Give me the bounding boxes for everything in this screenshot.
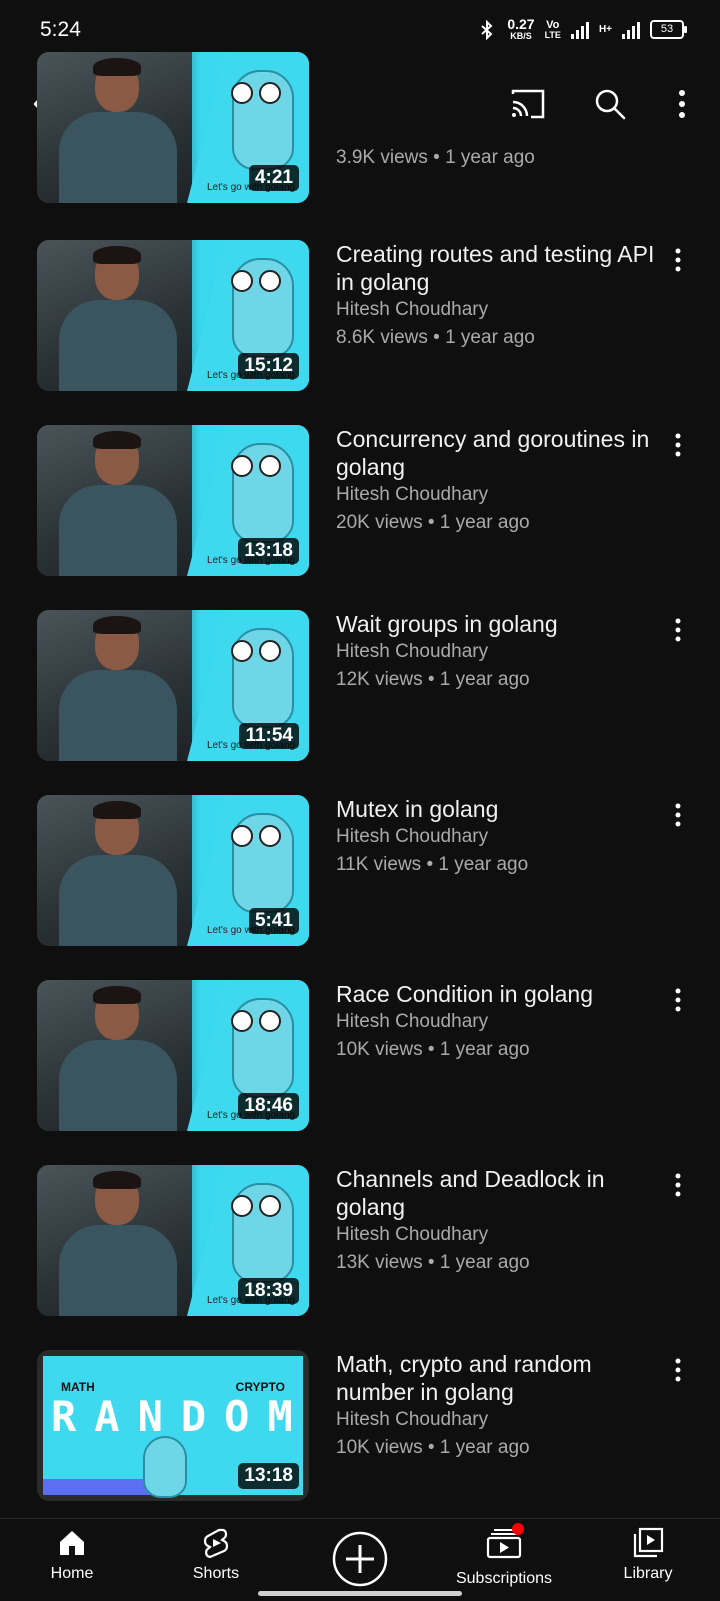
video-thumbnail[interactable]: Let's go with golang 18:39 (37, 1165, 309, 1316)
nav-label-subscriptions: Subscriptions (455, 1570, 553, 1587)
video-item[interactable]: Let's go with golang 18:39 Channels and … (0, 1165, 720, 1317)
channel-name[interactable]: Hitesh Choudhary (336, 823, 666, 851)
video-duration: 13:18 (238, 538, 299, 564)
nav-label-library: Library (623, 1565, 673, 1582)
channel-name[interactable]: Hitesh Choudhary (336, 638, 666, 666)
video-item[interactable]: Let's go with golang 11:54 Wait groups i… (0, 610, 720, 762)
video-title[interactable]: Math, crypto and random number in golang (336, 1350, 666, 1406)
video-thumbnail[interactable]: MATH CRYPTO RANDOM 13:18 (37, 1350, 309, 1501)
nav-library[interactable]: Library (588, 1527, 708, 1583)
notification-dot (512, 1523, 524, 1535)
video-item[interactable]: Let's go with golang 5:41 Mutex in golan… (0, 795, 720, 947)
video-thumbnail[interactable]: Let's go with golang 11:54 (37, 610, 309, 761)
video-duration: 15:12 (238, 353, 299, 379)
more-vert-icon (675, 988, 681, 1012)
video-thumbnail[interactable]: Let's go with golang 18:46 (37, 980, 309, 1131)
create-icon (332, 1531, 388, 1587)
video-title[interactable]: Creating routes and testing API in golan… (336, 240, 666, 296)
video-title[interactable]: Channels and Deadlock in golang (336, 1165, 666, 1221)
nav-label-shorts: Shorts (192, 1565, 240, 1582)
video-thumbnail[interactable]: Let's go with golang 15:12 (37, 240, 309, 391)
video-more-button[interactable] (666, 610, 690, 650)
channel-name[interactable]: Hitesh Choudhary (336, 296, 666, 324)
cast-button[interactable] (506, 84, 550, 124)
gesture-bar (258, 1591, 462, 1596)
channel-name[interactable]: Hitesh Choudhary (336, 1221, 666, 1249)
channel-name[interactable]: Hitesh Choudhary (336, 1008, 666, 1036)
video-thumbnail[interactable]: Let's go with golang 13:18 (37, 425, 309, 576)
channel-name[interactable]: Hitesh Choudhary (336, 1406, 666, 1434)
shorts-icon (203, 1528, 229, 1559)
video-title[interactable]: Mutex in golang (336, 795, 666, 823)
video-more-button[interactable] (666, 1165, 690, 1205)
status-time: 5:24 (40, 18, 81, 41)
video-title[interactable]: Race Condition in golang (336, 980, 666, 1008)
more-vert-icon (675, 248, 681, 272)
nav-create[interactable] (300, 1531, 420, 1587)
more-vert-icon (675, 433, 681, 457)
video-stats: 10K views • 1 year ago (336, 1437, 530, 1458)
video-duration: 11:54 (239, 723, 299, 749)
video-duration: 18:39 (238, 1278, 299, 1304)
volte-indicator: Vo LTE (544, 18, 561, 40)
video-stats: 11K views • 1 year ago (336, 854, 529, 875)
video-more-button[interactable] (666, 795, 690, 835)
video-more-button[interactable] (666, 425, 690, 465)
video-stats: 13K views • 1 year ago (336, 1252, 530, 1273)
battery-icon: 53 (650, 20, 687, 39)
nav-shorts[interactable]: Shorts (156, 1527, 276, 1583)
video-item[interactable]: Let's go with golang 13:18 Concurrency a… (0, 425, 720, 577)
video-stats: 12K views • 1 year ago (336, 669, 530, 690)
nav-subscriptions[interactable]: Subscriptions (444, 1523, 564, 1588)
signal-icon (570, 21, 589, 39)
status-icons: 0.27 KB/S Vo LTE H+ 53 (477, 16, 687, 41)
more-vert-icon (675, 803, 681, 827)
signal-icon-2 (622, 21, 640, 39)
thumbnail-word: RANDOM (51, 1392, 309, 1441)
library-icon (633, 1527, 664, 1558)
video-stats: 10K views • 1 year ago (336, 1039, 530, 1060)
video-duration: 18:46 (238, 1093, 299, 1119)
more-vert-icon (675, 1358, 681, 1382)
video-duration: 13:18 (238, 1463, 299, 1489)
video-thumbnail[interactable]: Let's go with golang 5:41 (37, 795, 309, 946)
nav-label-home: Home (50, 1565, 94, 1582)
video-duration: 4:21 (248, 165, 299, 191)
channel-name[interactable]: Hitesh Choudhary (336, 481, 666, 509)
more-vert-icon (675, 1173, 681, 1197)
nav-home[interactable]: Home (12, 1527, 132, 1583)
video-stats: 8.6K views • 1 year ago (336, 327, 535, 348)
network-type: H+ (598, 23, 612, 35)
cast-icon (511, 89, 545, 119)
video-thumbnail[interactable]: Let's go with golang 4:21 (37, 52, 309, 203)
video-title[interactable]: Wait groups in golang (336, 610, 666, 638)
video-item[interactable]: MATH CRYPTO RANDOM 13:18 Math, crypto an… (0, 1350, 720, 1502)
home-icon (60, 1531, 84, 1555)
video-duration: 5:41 (248, 908, 299, 934)
bluetooth-icon (481, 19, 493, 40)
search-button[interactable] (590, 84, 630, 124)
bottom-navigation: Home Shorts Subscriptions Library (0, 1518, 720, 1601)
more-options-button[interactable] (664, 84, 700, 124)
video-more-button[interactable] (666, 980, 690, 1020)
data-rate: 0.27 KB/S (507, 16, 535, 41)
video-more-button[interactable] (666, 1350, 690, 1390)
video-item[interactable]: Let's go with golang 18:46 Race Conditio… (0, 980, 720, 1132)
video-stats: 20K views • 1 year ago (336, 512, 530, 533)
battery-level: 53 (660, 23, 674, 35)
more-vert-icon (679, 90, 685, 118)
video-item[interactable]: Let's go with golang 15:12 Creating rout… (0, 240, 720, 392)
search-icon (595, 89, 626, 120)
more-vert-icon (675, 618, 681, 642)
video-title[interactable]: Concurrency and goroutines in golang (336, 425, 666, 481)
video-more-button[interactable] (666, 240, 690, 280)
video-stats: 3.9K views • 1 year ago (336, 147, 535, 168)
